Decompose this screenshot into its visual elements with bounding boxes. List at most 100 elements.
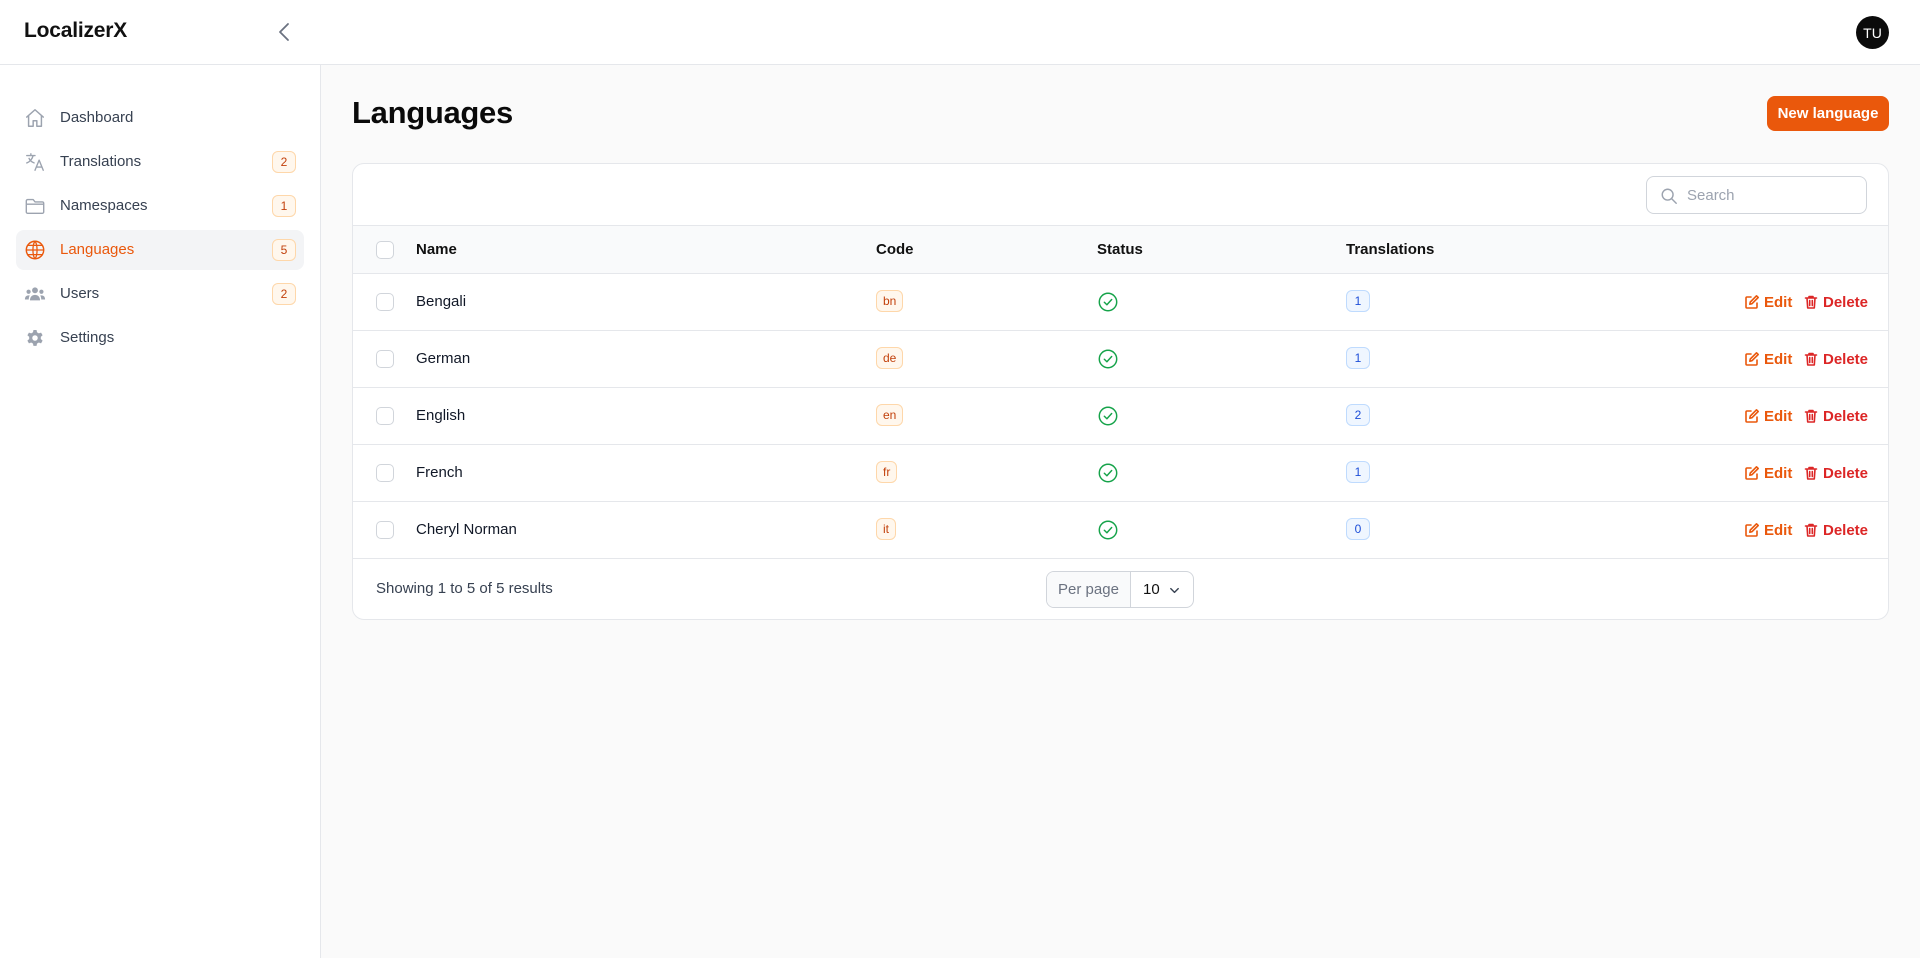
users-icon [24,287,46,301]
language-code-badge: it [876,518,896,540]
translations-count-badge: 0 [1346,518,1370,540]
app-logo[interactable]: LocalizerX [24,19,127,43]
column-header-name[interactable]: Name [416,241,457,258]
edit-button[interactable]: Edit [1744,291,1792,313]
row-checkbox[interactable] [376,407,394,425]
language-name: Bengali [416,293,467,310]
edit-icon [1745,295,1759,309]
trash-icon [1804,523,1818,537]
check-circle-icon [1098,463,1118,483]
delete-label: Delete [1823,293,1869,311]
row-checkbox[interactable] [376,350,394,368]
language-name: French [416,464,463,481]
edit-icon [1745,466,1759,480]
trash-icon [1804,409,1818,423]
collapse-sidebar-button[interactable] [272,18,296,46]
language-code-badge: fr [876,461,898,483]
edit-label: Edit [1764,521,1793,539]
select-all-checkbox[interactable] [376,241,394,259]
chevron-down-icon [1170,587,1179,594]
language-code-badge: de [876,347,904,369]
translations-count-badge: 1 [1346,461,1370,483]
folder-icon [25,198,45,215]
edit-button[interactable]: Edit [1744,405,1792,427]
sidebar-item-label: Languages [60,241,135,258]
chevron-left-icon [279,23,289,41]
pagination-summary: Showing 1 to 5 of 5 results [376,580,553,597]
sidebar-item-label: Translations [60,153,142,170]
sidebar-item-dashboard[interactable]: Dashboard [16,98,304,138]
count-badge: 1 [272,195,296,217]
delete-label: Delete [1823,521,1869,539]
table-header: Name Code Status Translations [353,225,1888,274]
column-header-translations[interactable]: Translations [1346,241,1434,258]
language-code-badge: en [876,404,904,426]
delete-label: Delete [1823,407,1869,425]
sidebar-item-translations[interactable]: Translations 2 [16,142,304,182]
edit-label: Edit [1764,407,1793,425]
trash-icon [1804,466,1818,480]
row-checkbox[interactable] [376,293,394,311]
edit-icon [1745,352,1759,366]
sidebar-item-label: Settings [60,329,115,346]
table-row: Cheryl Norman it 0 Edit Delete [353,502,1888,559]
edit-button[interactable]: Edit [1744,462,1792,484]
search-box[interactable] [1646,176,1867,214]
trash-icon [1804,295,1818,309]
count-badge: 2 [272,283,296,305]
check-circle-icon [1098,292,1118,312]
translations-count-badge: 1 [1346,290,1370,312]
per-page-select[interactable]: 10 [1131,572,1193,607]
translations-count-badge: 2 [1346,404,1370,426]
check-circle-icon [1098,406,1118,426]
table-row: Bengali bn 1 Edit Delete [353,274,1888,331]
language-code-badge: bn [876,290,904,312]
delete-button[interactable]: Delete [1803,291,1868,313]
sidebar-item-label: Dashboard [60,109,134,126]
page-title: Languages [352,95,513,130]
edit-icon [1745,523,1759,537]
check-circle-icon [1098,349,1118,369]
check-circle-icon [1098,520,1118,540]
row-checkbox[interactable] [376,521,394,539]
sidebar: Dashboard Translations 2 Namespaces 1 La… [0,65,321,958]
search-input[interactable] [1687,177,1862,213]
delete-label: Delete [1823,350,1869,368]
column-header-code[interactable]: Code [876,241,914,258]
delete-button[interactable]: Delete [1803,348,1868,370]
table-row: German de 1 Edit Delete [353,331,1888,388]
translate-icon [26,153,44,171]
per-page-control: Per page 10 [1046,571,1194,608]
gear-icon [27,330,43,346]
edit-label: Edit [1764,293,1793,311]
delete-label: Delete [1823,464,1869,482]
sidebar-item-users[interactable]: Users 2 [16,274,304,314]
table-row: English en 2 Edit Delete [353,388,1888,445]
edit-icon [1745,409,1759,423]
edit-button[interactable]: Edit [1744,519,1792,541]
edit-label: Edit [1764,350,1793,368]
delete-button[interactable]: Delete [1803,462,1868,484]
translations-count-badge: 1 [1346,347,1370,369]
sidebar-item-label: Namespaces [60,197,148,214]
trash-icon [1804,352,1818,366]
delete-button[interactable]: Delete [1803,519,1868,541]
top-bar: LocalizerX TU [0,0,1920,65]
edit-button[interactable]: Edit [1744,348,1792,370]
count-badge: 5 [272,239,296,261]
new-language-button[interactable]: New language [1767,96,1889,131]
home-icon [26,109,44,127]
per-page-label: Per page [1047,572,1131,607]
sidebar-item-settings[interactable]: Settings [16,318,304,358]
user-avatar[interactable]: TU [1856,16,1889,49]
language-name: Cheryl Norman [416,521,517,538]
delete-button[interactable]: Delete [1803,405,1868,427]
table-row: French fr 1 Edit Delete [353,445,1888,502]
sidebar-item-namespaces[interactable]: Namespaces 1 [16,186,304,226]
language-name: English [416,407,466,424]
row-checkbox[interactable] [376,464,394,482]
sidebar-item-languages[interactable]: Languages 5 [16,230,304,270]
language-name: German [416,350,471,367]
column-header-status[interactable]: Status [1097,241,1143,258]
languages-table-card: Name Code Status Translations Bengali bn… [352,163,1889,620]
